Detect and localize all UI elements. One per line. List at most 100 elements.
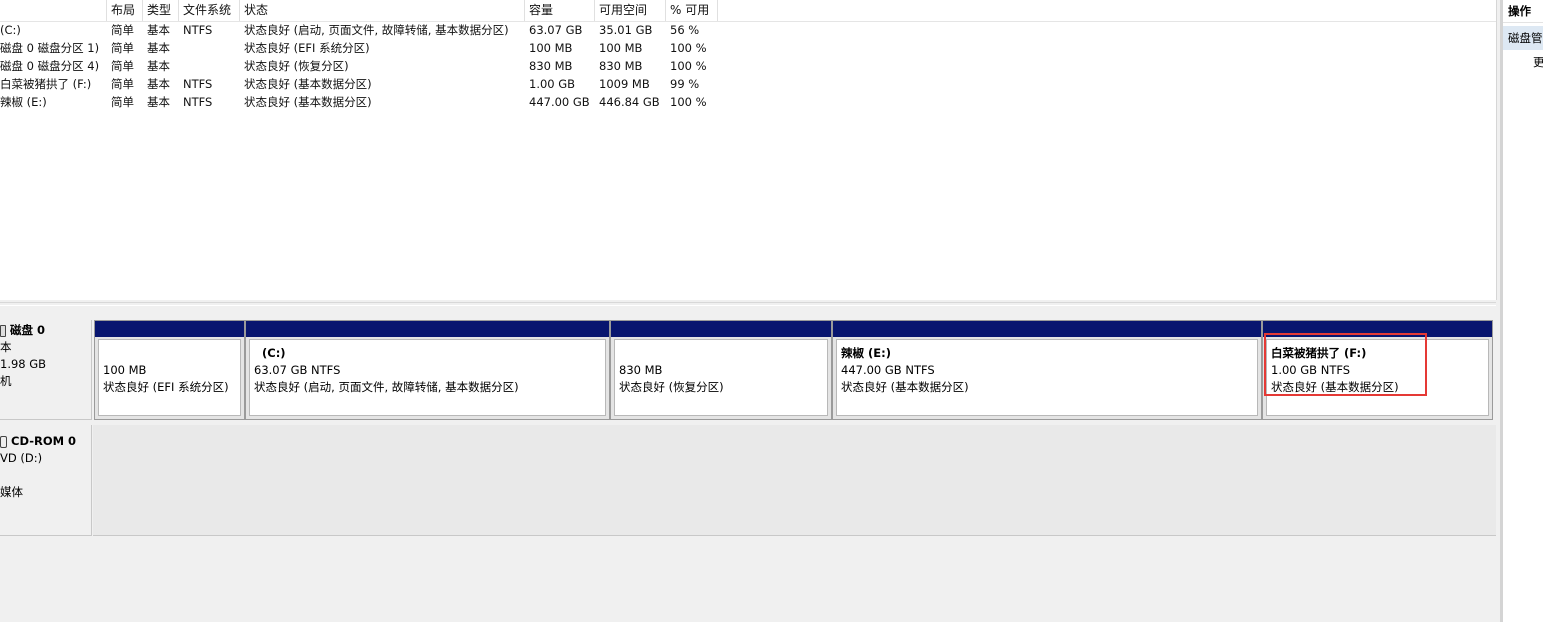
partition-f[interactable]: 白菜被猪拱了 (F:) 1.00 GB NTFS 状态良好 (基本数据分区)	[1262, 320, 1493, 420]
disk-management-console: 布局 类型 文件系统 状态 容量 可用空间 % 可用 (C:) 简单 基本 NT…	[0, 0, 1498, 622]
column-header-percent-free[interactable]: % 可用	[666, 0, 718, 21]
partition-header-bar	[833, 321, 1261, 337]
volume-name: 磁盘 0 磁盘分区 4)	[0, 59, 100, 73]
actions-pane: 操作 磁盘管 更	[1500, 0, 1543, 622]
partition-header-bar	[1263, 321, 1492, 337]
partition-body: (C:) 63.07 GB NTFS 状态良好 (启动, 页面文件, 故障转储,…	[249, 339, 606, 416]
volume-free-space: 35.01 GB	[599, 23, 653, 37]
partition-size: 447.00 GB NTFS	[841, 363, 935, 377]
partition-body: 白菜被猪拱了 (F:) 1.00 GB NTFS 状态良好 (基本数据分区)	[1266, 339, 1489, 416]
column-header-type[interactable]: 类型	[143, 0, 179, 21]
column-header-volume[interactable]	[0, 0, 107, 21]
cd-drive-icon	[0, 435, 7, 448]
actions-disk-management-item[interactable]: 磁盘管	[1503, 26, 1543, 50]
volume-capacity: 447.00 GB	[529, 95, 590, 109]
cdrom-0-media-area[interactable]	[93, 425, 1496, 536]
volume-name: 磁盘 0 磁盘分区 1)	[0, 41, 100, 55]
volume-name: (C:)	[0, 23, 21, 37]
volume-layout: 简单	[111, 41, 134, 55]
partition-header-bar	[246, 321, 609, 337]
volume-capacity: 1.00 GB	[529, 77, 576, 91]
cdrom-0-media: 媒体	[0, 485, 23, 499]
column-header-free-space[interactable]: 可用空间	[595, 0, 666, 21]
disk-0-label[interactable]: 磁盘 0 本 1.98 GB 机	[0, 320, 92, 420]
cdrom-0-title: CD-ROM 0	[11, 434, 77, 448]
partition-status: 状态良好 (恢复分区)	[619, 380, 724, 394]
volume-percent-free: 56 %	[670, 23, 700, 37]
partition-size: 830 MB	[619, 363, 663, 377]
volume-row[interactable]: 白菜被猪拱了 (F:) 简单 基本 NTFS 状态良好 (基本数据分区) 1.0…	[0, 75, 1496, 93]
column-header-filesystem[interactable]: 文件系统	[179, 0, 240, 21]
partition-name: 辣椒 (E:)	[841, 346, 891, 360]
actions-header: 操作	[1503, 0, 1543, 23]
partition-status: 状态良好 (基本数据分区)	[841, 380, 969, 394]
partition-size: 63.07 GB NTFS	[254, 363, 341, 377]
volume-percent-free: 99 %	[670, 77, 700, 91]
volume-filesystem	[179, 57, 240, 75]
volume-type: 基本	[147, 41, 170, 55]
pane-splitter[interactable]	[0, 300, 1496, 318]
volume-percent-free: 100 %	[670, 59, 707, 73]
partition-name: (C:)	[262, 346, 286, 360]
volume-capacity: 830 MB	[529, 59, 573, 73]
partition-header-bar	[611, 321, 831, 337]
volume-free-space: 100 MB	[599, 41, 643, 55]
partition-size: 100 MB	[103, 363, 147, 377]
partition-header-bar	[95, 321, 244, 337]
volume-layout: 简单	[111, 23, 134, 37]
volume-type: 基本	[147, 59, 170, 73]
partition-recovery[interactable]: 830 MB 状态良好 (恢复分区)	[610, 320, 832, 420]
volume-row[interactable]: 辣椒 (E:) 简单 基本 NTFS 状态良好 (基本数据分区) 447.00 …	[0, 93, 1496, 111]
volume-type: 基本	[147, 95, 170, 109]
partition-name: 白菜被猪拱了 (F:)	[1271, 346, 1367, 360]
cdrom-0-title-row: CD-ROM 0	[0, 433, 91, 450]
column-header-status[interactable]: 状态	[240, 0, 525, 21]
column-header-capacity[interactable]: 容量	[525, 0, 595, 21]
volume-type: 基本	[147, 77, 170, 91]
volume-status: 状态良好 (基本数据分区)	[244, 77, 372, 91]
volume-status: 状态良好 (EFI 系统分区)	[244, 41, 370, 55]
partition-status: 状态良好 (启动, 页面文件, 故障转储, 基本数据分区)	[254, 380, 519, 394]
column-header-layout[interactable]: 布局	[107, 0, 143, 21]
disk-icon	[0, 324, 6, 337]
volume-row[interactable]: 磁盘 0 磁盘分区 4) 简单 基本 状态良好 (恢复分区) 830 MB 83…	[0, 57, 1496, 75]
volume-list[interactable]: 布局 类型 文件系统 状态 容量 可用空间 % 可用 (C:) 简单 基本 NT…	[0, 0, 1497, 300]
volume-layout: 简单	[111, 77, 134, 91]
volume-free-space: 830 MB	[599, 59, 643, 73]
partition-efi[interactable]: 100 MB 状态良好 (EFI 系统分区)	[94, 320, 245, 420]
cdrom-0-label[interactable]: CD-ROM 0 VD (D:) 媒体	[0, 425, 92, 536]
volume-free-space: 1009 MB	[599, 77, 650, 91]
partition-body: 辣椒 (E:) 447.00 GB NTFS 状态良好 (基本数据分区)	[836, 339, 1258, 416]
partition-size: 1.00 GB NTFS	[1271, 363, 1351, 377]
volume-capacity: 63.07 GB	[529, 23, 583, 37]
volume-percent-free: 100 %	[670, 95, 707, 109]
volume-filesystem: NTFS	[183, 77, 213, 91]
partition-e[interactable]: 辣椒 (E:) 447.00 GB NTFS 状态良好 (基本数据分区)	[832, 320, 1262, 420]
disk-0-status: 机	[0, 374, 12, 388]
volume-filesystem: NTFS	[183, 95, 213, 109]
volume-name: 辣椒 (E:)	[0, 95, 47, 109]
disk-0-title-row: 磁盘 0	[0, 322, 91, 339]
partition-body: 100 MB 状态良好 (EFI 系统分区)	[98, 339, 241, 416]
disk-0-partition-strip: 100 MB 状态良好 (EFI 系统分区) (C:) 63.07 GB NTF…	[94, 320, 1493, 420]
partition-status: 状态良好 (EFI 系统分区)	[103, 380, 229, 394]
volume-status: 状态良好 (基本数据分区)	[244, 95, 372, 109]
volume-layout: 简单	[111, 95, 134, 109]
partition-c[interactable]: (C:) 63.07 GB NTFS 状态良好 (启动, 页面文件, 故障转储,…	[245, 320, 610, 420]
volume-row[interactable]: (C:) 简单 基本 NTFS 状态良好 (启动, 页面文件, 故障转储, 基本…	[0, 21, 1496, 39]
volume-status: 状态良好 (启动, 页面文件, 故障转储, 基本数据分区)	[244, 23, 509, 37]
volume-filesystem: NTFS	[183, 23, 213, 37]
volume-capacity: 100 MB	[529, 41, 573, 55]
volume-list-header: 布局 类型 文件系统 状态 容量 可用空间 % 可用	[0, 0, 1496, 22]
partition-body: 830 MB 状态良好 (恢复分区)	[614, 339, 828, 416]
volume-layout: 简单	[111, 59, 134, 73]
cdrom-0-drive: VD (D:)	[0, 451, 43, 465]
actions-more-item[interactable]: 更	[1503, 52, 1543, 72]
volume-free-space: 446.84 GB	[599, 95, 660, 109]
disk-0-size: 1.98 GB	[0, 357, 47, 371]
volume-row[interactable]: 磁盘 0 磁盘分区 1) 简单 基本 状态良好 (EFI 系统分区) 100 M…	[0, 39, 1496, 57]
volume-filesystem	[179, 39, 240, 57]
splitter-handle[interactable]	[0, 302, 1496, 306]
volume-name: 白菜被猪拱了 (F:)	[0, 77, 92, 91]
partition-status: 状态良好 (基本数据分区)	[1271, 380, 1399, 394]
